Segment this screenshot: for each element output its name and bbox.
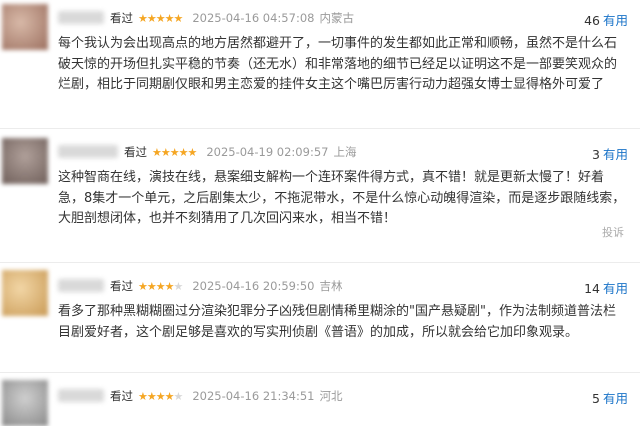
divider bbox=[0, 372, 640, 373]
useful-vote[interactable]: 46 有用 bbox=[584, 10, 628, 29]
useful-count: 46 bbox=[584, 13, 600, 28]
username[interactable] bbox=[58, 145, 118, 158]
seen-label: 看过 bbox=[124, 145, 147, 159]
review-datetime: 2025-04-19 02:09:57 bbox=[206, 145, 329, 159]
review-meta: 看过 ★★★★★ 2025-04-16 20:59:50 吉林 bbox=[58, 278, 640, 296]
seen-label: 看过 bbox=[110, 389, 133, 403]
username[interactable] bbox=[58, 389, 104, 402]
rating-stars: ★★★★★ bbox=[152, 146, 197, 159]
username[interactable] bbox=[58, 11, 104, 24]
useful-count: 3 bbox=[592, 147, 600, 162]
divider bbox=[0, 128, 640, 129]
useful-label[interactable]: 有用 bbox=[603, 281, 628, 296]
seen-label: 看过 bbox=[110, 279, 133, 293]
useful-vote[interactable]: 14 有用 bbox=[584, 278, 628, 297]
review-meta: 看过 ★★★★★ 2025-04-16 04:57:08 内蒙古 bbox=[58, 10, 640, 28]
rating-stars: ★★★★★ bbox=[138, 12, 183, 25]
review-location: 内蒙古 bbox=[319, 11, 354, 25]
review-item: 看过 ★★★★★ 2025-04-16 20:59:50 吉林 14 有用 看多了那种黑… bbox=[0, 268, 640, 368]
watermark: 搜狐号 bbox=[563, 377, 612, 396]
review-content: 每个我认为会出现高点的地方居然都避开了，一切事件的发生都如此正常和顺畅，虽然不是… bbox=[58, 36, 618, 92]
avatar[interactable] bbox=[2, 4, 48, 50]
review-location: 上海 bbox=[333, 145, 357, 159]
useful-label[interactable]: 有用 bbox=[603, 147, 628, 162]
rating-stars: ★★★★★ bbox=[138, 390, 183, 403]
username[interactable] bbox=[58, 279, 104, 292]
useful-label[interactable]: 有用 bbox=[603, 13, 628, 28]
review-datetime: 2025-04-16 20:59:50 bbox=[192, 279, 315, 293]
review-content: 看多了那种黑糊糊圈过分渲染犯罪分子凶残但剧情稀里糊涂的"国产悬疑剧"，作为法制频… bbox=[58, 304, 616, 340]
review-datetime: 2025-04-16 21:34:51 bbox=[192, 389, 315, 403]
review-location: 河北 bbox=[319, 389, 343, 403]
useful-count: 14 bbox=[584, 281, 600, 296]
avatar[interactable] bbox=[2, 380, 48, 426]
review-datetime: 2025-04-16 04:57:08 bbox=[192, 11, 315, 25]
rating-stars: ★★★★★ bbox=[138, 280, 183, 293]
review-meta: 看过 ★★★★★ 2025-04-16 21:34:51 河北 bbox=[58, 388, 640, 406]
report-link[interactable]: 投诉 bbox=[602, 224, 624, 240]
divider bbox=[0, 262, 640, 263]
seen-label: 看过 bbox=[110, 11, 133, 25]
review-content: 这种智商在线，演技在线，悬案细支解构一个连环案件得方式，真不错！就是更新太慢了！… bbox=[58, 170, 626, 226]
avatar[interactable] bbox=[2, 138, 48, 184]
review-meta: 看过 ★★★★★ 2025-04-19 02:09:57 上海 bbox=[58, 144, 640, 162]
review-item: 看过 ★★★★★ 2025-04-19 02:09:57 上海 3 有用 这种智商在线，… bbox=[0, 134, 640, 262]
useful-vote[interactable]: 3 有用 bbox=[592, 144, 628, 163]
avatar[interactable] bbox=[2, 270, 48, 316]
review-item: 看过 ★★★★★ 2025-04-16 21:34:51 河北 5 有用 bbox=[0, 378, 640, 426]
review-item: 看过 ★★★★★ 2025-04-16 04:57:08 内蒙古 46 有用 每个我认为… bbox=[0, 0, 640, 125]
review-location: 吉林 bbox=[319, 279, 343, 293]
